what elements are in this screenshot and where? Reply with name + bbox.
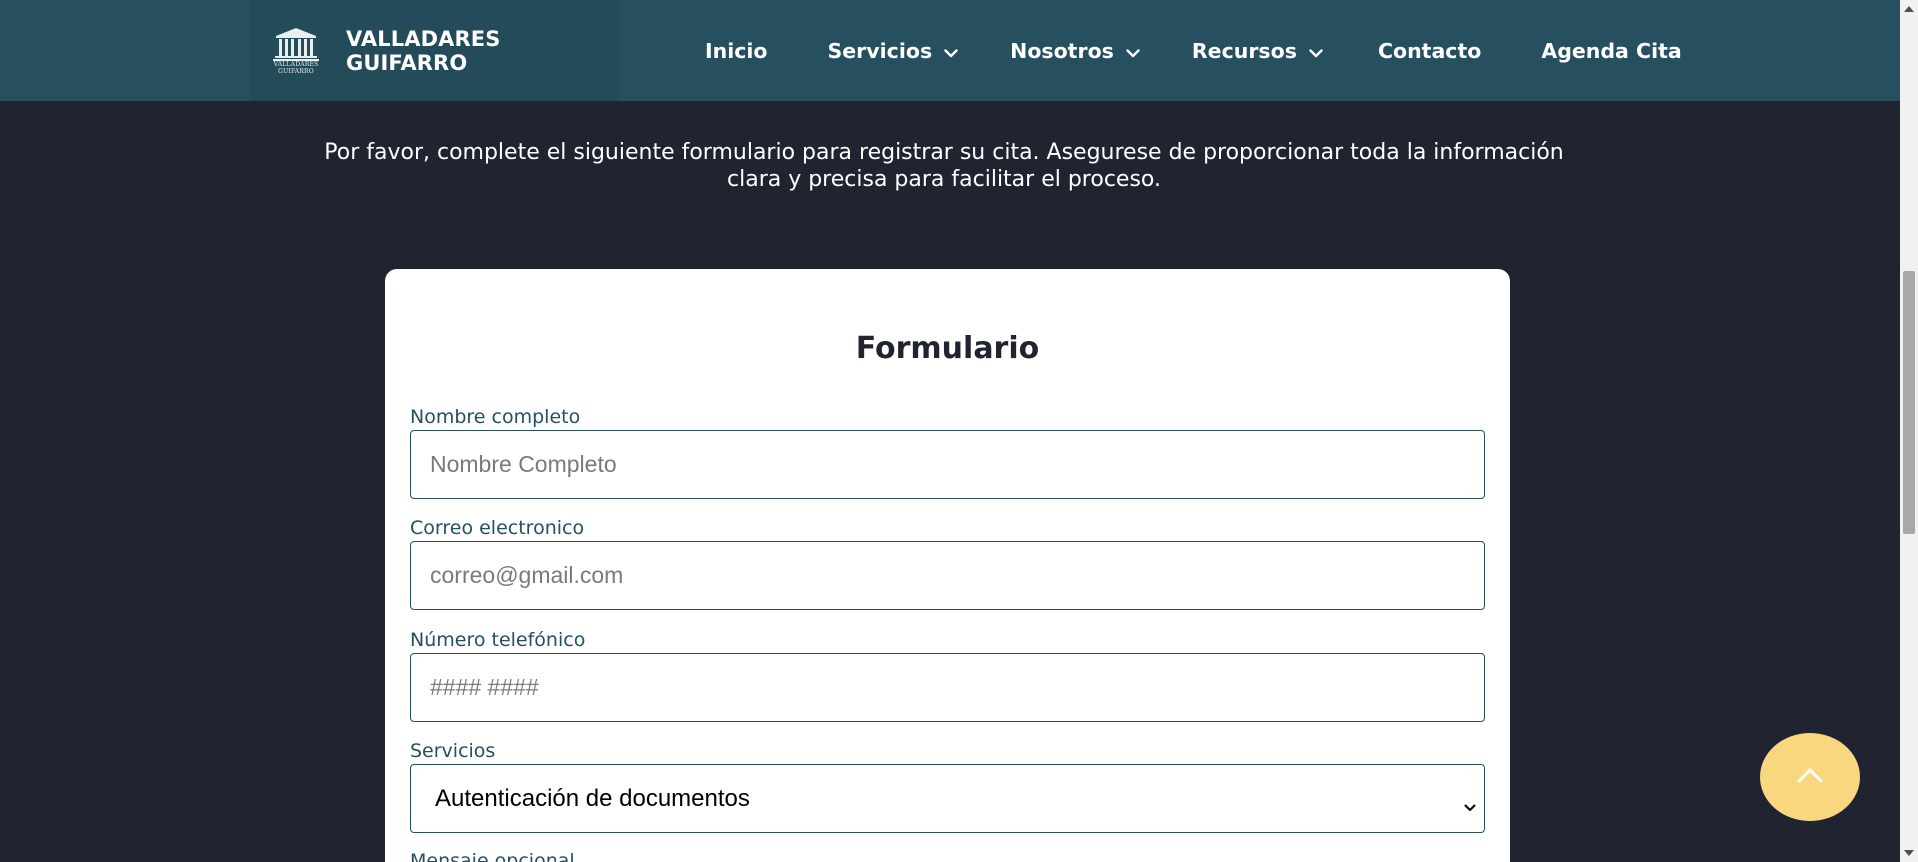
service-label: Servicios bbox=[410, 740, 496, 762]
nav-item-agenda-cita[interactable]: Agenda Cita bbox=[1541, 39, 1681, 63]
brand-link[interactable]: VALLADARES GUIFARRO VALLADARES GUIFARRO bbox=[250, 0, 620, 101]
brand-name: VALLADARES GUIFARRO bbox=[346, 26, 501, 75]
nav-item-recursos[interactable]: Recursos bbox=[1192, 39, 1323, 63]
name-label: Nombre completo bbox=[410, 406, 581, 428]
form-title: Formulario bbox=[855, 331, 1040, 366]
nav-label: Servicios bbox=[827, 38, 933, 63]
nav-item-contacto[interactable]: Contacto bbox=[1378, 39, 1481, 63]
courthouse-logo-icon: VALLADARES GUIFARRO bbox=[266, 23, 326, 79]
message-label: Mensaje opcional bbox=[410, 850, 575, 862]
email-label: Correo electronico bbox=[410, 517, 585, 539]
chevron-up-icon bbox=[1797, 767, 1823, 787]
site-header: VALLADARES GUIFARRO VALLADARES GUIFARRO … bbox=[0, 0, 1900, 101]
phone-input[interactable] bbox=[410, 653, 1485, 722]
scroll-down-arrow-icon[interactable] bbox=[1904, 850, 1914, 856]
scrollbar-thumb[interactable] bbox=[1903, 271, 1915, 534]
nav-label: Contacto bbox=[1377, 38, 1482, 63]
chevron-down-icon bbox=[1309, 39, 1323, 63]
chevron-down-icon bbox=[1126, 39, 1140, 63]
nav-label: Agenda Cita bbox=[1541, 38, 1682, 63]
page-scrollbar[interactable] bbox=[1900, 0, 1918, 862]
main-nav: Inicio Servicios Nosotros Recursos Conta… bbox=[705, 0, 1682, 101]
intro-text: Por favor, complete el siguiente formula… bbox=[324, 140, 1564, 192]
back-to-top-button[interactable] bbox=[1760, 733, 1860, 821]
chevron-down-icon bbox=[1464, 791, 1476, 819]
nav-item-servicios[interactable]: Servicios bbox=[828, 39, 959, 63]
nav-label: Nosotros bbox=[1010, 38, 1114, 63]
logo-caption: VALLADARES GUIFARRO bbox=[273, 60, 319, 75]
service-selected-value: Autenticación de documentos bbox=[435, 784, 750, 812]
chevron-down-icon bbox=[944, 39, 958, 63]
scroll-up-arrow-icon[interactable] bbox=[1904, 6, 1914, 12]
phone-label: Número telefónico bbox=[410, 629, 586, 651]
name-input[interactable] bbox=[410, 430, 1485, 499]
email-input[interactable] bbox=[410, 541, 1485, 610]
service-select[interactable]: Autenticación de documentos bbox=[410, 764, 1485, 833]
nav-label: Inicio bbox=[705, 38, 768, 63]
nav-label: Recursos bbox=[1191, 38, 1297, 63]
nav-item-nosotros[interactable]: Nosotros bbox=[1010, 39, 1140, 63]
nav-item-inicio[interactable]: Inicio bbox=[705, 39, 768, 63]
appointment-form-card: Formulario Nombre completo Correo electr… bbox=[385, 269, 1510, 862]
